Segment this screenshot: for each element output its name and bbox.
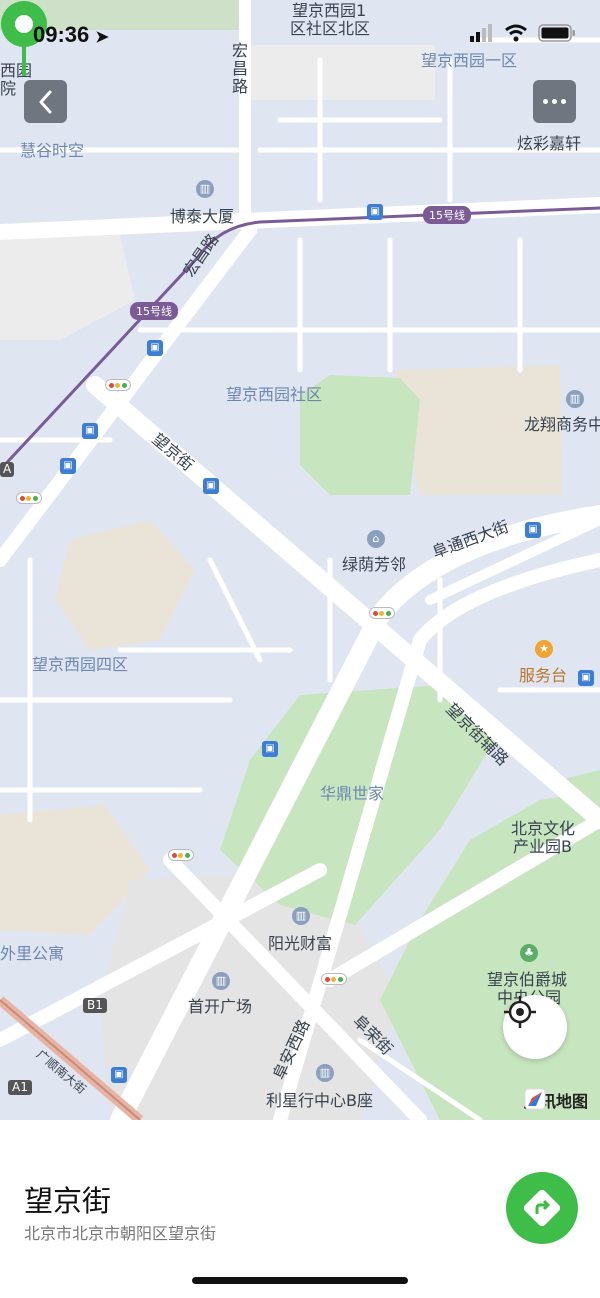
exit-badge: A	[0, 462, 15, 478]
map-label: 产业园B	[513, 837, 572, 856]
map-logo: 腾讯地图	[524, 1088, 588, 1112]
building-icon: ▥	[566, 390, 584, 408]
bus-stop-icon[interactable]: ▣	[367, 204, 383, 220]
building-icon: ▥	[196, 180, 214, 198]
traffic-light-icon	[369, 607, 395, 619]
map-label: 望京西园四区	[32, 655, 129, 674]
map-label: 慧谷时空	[20, 141, 85, 160]
map-label: 阳光财富	[268, 934, 333, 953]
exit-badge: A1	[8, 1080, 32, 1096]
status-time-text: 09:36	[33, 22, 90, 47]
map-label: 望京伯爵城	[487, 970, 568, 989]
exit-badge: B1	[83, 998, 107, 1014]
map-label: 炫彩嘉轩	[517, 134, 582, 153]
wifi-icon	[505, 24, 527, 42]
home-icon: ⌂	[367, 530, 385, 548]
map-label: 华鼎世家	[320, 784, 385, 803]
bus-stop-icon[interactable]: ▣	[203, 478, 219, 494]
bus-stop-icon[interactable]: ▣	[525, 522, 541, 538]
traffic-light-icon	[321, 973, 347, 985]
navigate-button[interactable]	[506, 1172, 578, 1244]
traffic-light-icon	[168, 849, 194, 861]
bus-stop-icon[interactable]: ▣	[60, 458, 76, 474]
tencent-map-logo-icon	[524, 1088, 546, 1110]
metro-line-badge: 15号线	[130, 302, 178, 320]
signal-icon	[470, 24, 492, 42]
map-label: 龙翔商务中	[524, 415, 600, 434]
more-dots-icon	[552, 99, 557, 104]
map-label: 博泰大厦	[170, 207, 235, 226]
crosshair-locate-icon	[504, 996, 536, 1028]
map-app: 望京西园1 区社区北区 宏昌路 望京西园一区 西园 院 慧谷时空 炫彩嘉轩 ▥ …	[0, 0, 600, 1298]
park-icon: ♣	[520, 944, 538, 962]
more-dots-icon	[543, 99, 548, 104]
back-button[interactable]	[24, 80, 67, 123]
battery-icon	[538, 24, 575, 42]
map-label: 利星行中心B座	[266, 1091, 373, 1110]
status-time: 09:36 ➤	[33, 22, 109, 48]
bus-stop-icon[interactable]: ▣	[147, 340, 163, 356]
bus-stop-icon[interactable]: ▣	[578, 670, 594, 686]
home-indicator[interactable]	[192, 1277, 408, 1284]
map-label: 院	[0, 79, 17, 98]
map-label: 服务台	[519, 666, 568, 685]
map-label: 首开广场	[188, 997, 253, 1016]
building-icon: ▥	[316, 1064, 334, 1082]
building-icon: ▥	[212, 972, 230, 990]
traffic-light-icon	[16, 492, 42, 504]
service-icon: ★	[535, 640, 553, 658]
traffic-light-icon	[105, 379, 131, 391]
status-icons	[470, 24, 576, 42]
bus-stop-icon[interactable]: ▣	[82, 423, 98, 439]
location-arrow-icon: ➤	[95, 29, 109, 46]
map-label: 绿荫芳邻	[342, 555, 407, 574]
place-info-sheet: 望京街 北京市北京市朝阳区望京街	[0, 1120, 600, 1298]
map-view[interactable]: 望京西园1 区社区北区 宏昌路 望京西园一区 西园 院 慧谷时空 炫彩嘉轩 ▥ …	[0, 0, 600, 1120]
more-dots-icon	[561, 99, 566, 104]
metro-line-badge: 15号线	[423, 206, 471, 224]
locate-button[interactable]	[503, 995, 567, 1059]
bus-stop-icon[interactable]: ▣	[111, 1067, 127, 1083]
map-label: 北京文化	[511, 819, 576, 838]
building-icon: ▥	[292, 907, 310, 925]
more-button[interactable]	[533, 80, 576, 123]
back-chevron-icon	[39, 90, 51, 113]
map-label: 望京西园社区	[226, 385, 323, 404]
bus-stop-icon[interactable]: ▣	[262, 741, 278, 757]
navigation-arrow-icon	[523, 1189, 561, 1227]
map-label: 外里公寓	[0, 944, 65, 963]
place-title: 望京街	[24, 1184, 112, 1218]
status-bar: 09:36 ➤	[0, 0, 600, 64]
place-address: 北京市北京市朝阳区望京街	[24, 1224, 217, 1243]
